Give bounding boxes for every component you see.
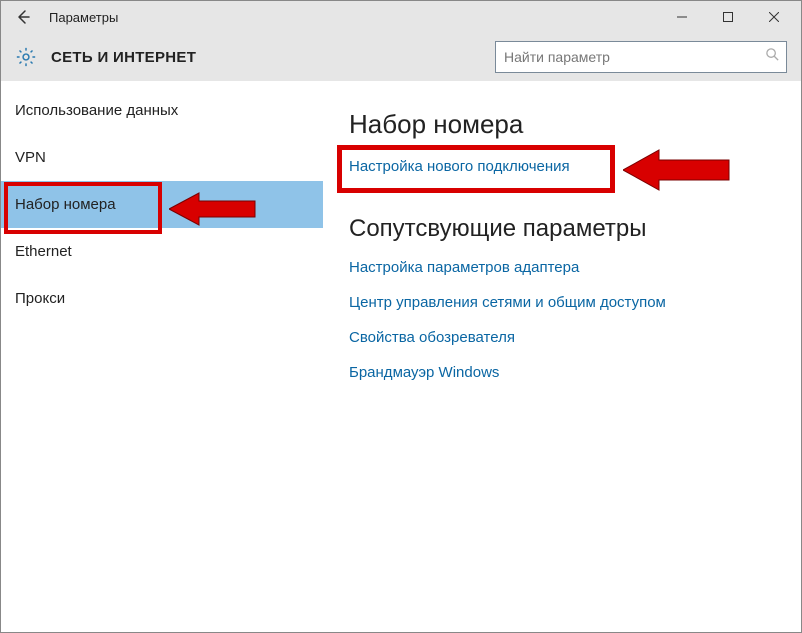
sidebar-item-proxy[interactable]: Прокси: [1, 275, 323, 322]
page-title: СЕТЬ И ИНТЕРНЕТ: [51, 49, 495, 66]
sidebar-item-vpn[interactable]: VPN: [1, 134, 323, 181]
link-windows-firewall[interactable]: Брандмауэр Windows: [349, 364, 781, 381]
sidebar-item-label: VPN: [15, 149, 46, 166]
window-controls: [659, 1, 797, 33]
sidebar-item-dialup[interactable]: Набор номера: [1, 181, 323, 228]
titlebar: Параметры: [1, 1, 801, 33]
gear-icon: [15, 46, 37, 68]
minimize-icon: [677, 12, 687, 22]
sidebar-item-label: Использование данных: [15, 102, 178, 119]
content-area: Использование данных VPN Набор номера Et…: [1, 81, 801, 632]
sidebar-item-label: Набор номера: [15, 196, 116, 213]
window-title: Параметры: [49, 10, 659, 25]
sidebar-item-data-usage[interactable]: Использование данных: [1, 87, 323, 134]
search-box[interactable]: [495, 41, 787, 73]
search-icon: [765, 47, 780, 67]
maximize-button[interactable]: [705, 1, 751, 33]
settings-window: Параметры СЕТЬ И ИНТЕРНЕТ: [0, 0, 802, 633]
maximize-icon: [723, 12, 733, 22]
section-heading-dialup: Набор номера: [349, 109, 781, 140]
sidebar: Использование данных VPN Набор номера Et…: [1, 81, 323, 632]
search-input[interactable]: [496, 42, 786, 72]
main-panel: Набор номера Настройка нового подключени…: [323, 81, 801, 632]
minimize-button[interactable]: [659, 1, 705, 33]
section-heading-related: Сопутсвующие параметры: [349, 215, 781, 243]
back-button[interactable]: [5, 1, 41, 33]
link-network-sharing-center[interactable]: Центр управления сетями и общим доступом: [349, 294, 781, 311]
close-button[interactable]: [751, 1, 797, 33]
link-adapter-settings[interactable]: Настройка параметров адаптера: [349, 259, 781, 276]
back-arrow-icon: [15, 9, 31, 25]
link-new-connection[interactable]: Настройка нового подключения: [349, 158, 781, 175]
header-row: СЕТЬ И ИНТЕРНЕТ: [1, 33, 801, 81]
sidebar-item-label: Ethernet: [15, 243, 72, 260]
close-icon: [769, 12, 779, 22]
sidebar-item-label: Прокси: [15, 290, 65, 307]
link-internet-options[interactable]: Свойства обозревателя: [349, 329, 781, 346]
sidebar-item-ethernet[interactable]: Ethernet: [1, 228, 323, 275]
